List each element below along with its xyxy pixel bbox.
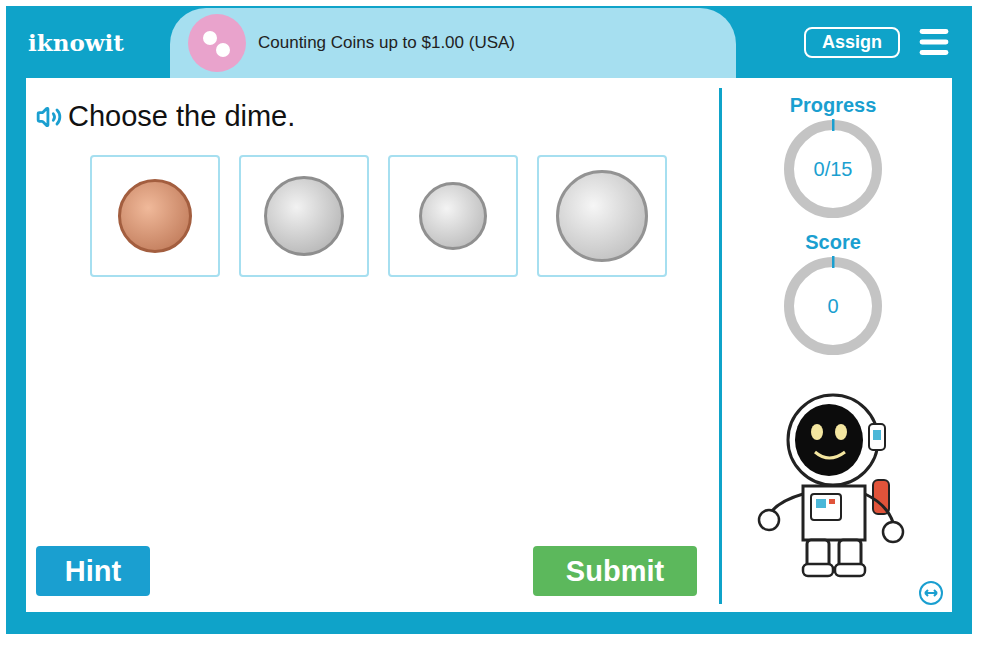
divider [719,88,722,604]
main-panel: Choose the dime. Hint Submit Progress0/15 Sc… [26,78,952,612]
sidebar: Progress0/15 Score0 [722,78,952,612]
header: iknowit Counting Coins up to $1.00 (USA) A… [6,6,972,78]
score-label: Score [805,231,861,254]
assign-button[interactable]: Assign [804,27,900,58]
question-area: Choose the dime. Hint Submit [26,78,719,612]
submit-button[interactable]: Submit [533,546,697,596]
score-reading: 0 [781,254,885,358]
astronaut-icon [753,390,913,580]
app-frame: iknowit Counting Coins up to $1.00 (USA) A… [6,6,972,634]
prompt-row: Choose the dime. [36,100,697,133]
speaker-icon[interactable] [36,104,62,130]
coin-choice[interactable] [388,155,518,277]
progress-label: Progress [790,94,877,117]
choices [90,155,697,277]
penny-image [118,179,192,253]
lesson-tab: Counting Coins up to $1.00 (USA) [170,8,736,78]
menu-icon[interactable] [916,24,952,60]
expand-icon[interactable] [918,580,944,606]
dime-image [419,182,487,250]
lesson-title: Counting Coins up to $1.00 (USA) [258,33,515,53]
coin-choice[interactable] [239,155,369,277]
progress-ring: 0/15 [781,117,885,221]
hint-button[interactable]: Hint [36,546,150,596]
score-ring: 0 [781,254,885,358]
nickel-image [264,176,344,256]
quarter-image [556,170,648,262]
coin-choice[interactable] [90,155,220,277]
lesson-icon [188,14,246,72]
logo[interactable]: iknowit [6,6,170,78]
coin-choice[interactable] [537,155,667,277]
prompt: Choose the dime. [68,100,295,133]
progress-reading: 0/15 [781,117,885,221]
